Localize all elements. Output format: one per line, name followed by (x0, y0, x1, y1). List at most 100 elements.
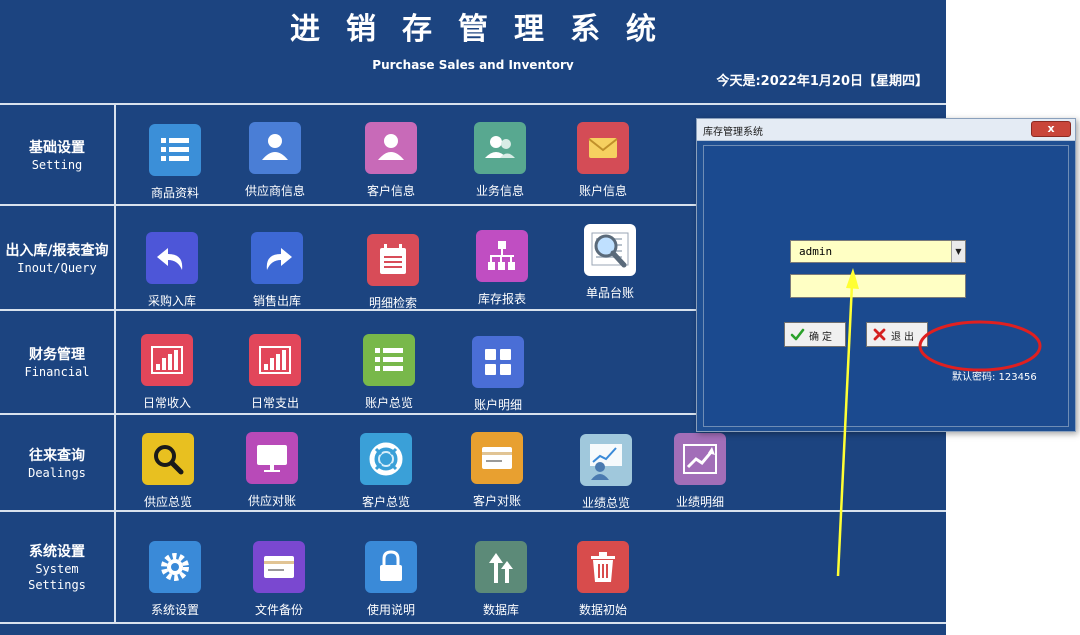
chart-person-icon[interactable] (580, 434, 632, 486)
close-button[interactable]: x (1031, 121, 1071, 137)
section-subtitle: Dealings (28, 466, 86, 480)
menu-button-system-2[interactable]: 使用说明 (341, 541, 441, 621)
menu-button-setting-1[interactable]: 供应商信息 (225, 122, 325, 202)
menu-button-label: 供应对账 (247, 494, 296, 508)
chevron-down-icon[interactable]: ▼ (951, 241, 965, 262)
grid-icon[interactable] (472, 336, 524, 388)
close-icon: x (1047, 122, 1055, 135)
menu-button-financial-0[interactable]: 日常收入 (117, 334, 217, 414)
section-subtitle: Settings (28, 578, 86, 592)
section-label-financial: 财务管理 Financial (0, 347, 114, 380)
exit-button[interactable]: 退出 (866, 322, 928, 347)
menu-button-dealings-4[interactable]: 业绩总览 (556, 434, 656, 514)
trash-icon[interactable] (577, 541, 629, 593)
username-select[interactable]: admin ▼ (790, 240, 966, 263)
menu-button-financial-2[interactable]: 账户总览 (339, 334, 439, 414)
menu-button-label: 客户对账 (472, 494, 521, 508)
menu-button-setting-3[interactable]: 业务信息 (450, 122, 550, 202)
section-label-query: 出入库/报表查询 Inout/Query (0, 243, 114, 276)
search-icon[interactable] (142, 433, 194, 485)
person-icon[interactable] (249, 122, 301, 174)
lifebuoy-icon[interactable] (360, 433, 412, 485)
list-icon[interactable] (149, 124, 201, 176)
calendar-list-icon[interactable] (367, 234, 419, 286)
login-dialog: 库存管理系统 x admin ▼ 确定 退出 默认密码: 123456 (696, 118, 1076, 432)
menu-button-label: 明细检索 (368, 296, 417, 310)
menu-button-setting-4[interactable]: 账户信息 (553, 122, 653, 202)
menu-button-system-4[interactable]: 数据初始 (553, 541, 653, 621)
date-display: 今天是:2022年1月20日【星期四】 (716, 74, 928, 89)
menu-button-label: 库存报表 (477, 292, 526, 306)
menu-button-label: 文件备份 (254, 603, 303, 617)
envelope-icon[interactable] (577, 122, 629, 174)
menu-button-dealings-5[interactable]: 业绩明细 (650, 433, 750, 513)
org-chart-icon[interactable] (476, 230, 528, 282)
redo-arrow-icon[interactable] (251, 232, 303, 284)
menu-button-dealings-2[interactable]: 客户总览 (336, 433, 436, 513)
menu-button-query-0[interactable]: 采购入库 (122, 232, 222, 312)
section-subtitle: Financial (24, 365, 90, 379)
app-subtitle: Purchase Sales and Inventory (372, 58, 574, 70)
menu-button-setting-2[interactable]: 客户信息 (341, 122, 441, 202)
menu-button-dealings-3[interactable]: 客户对账 (447, 432, 547, 512)
section-label-system: 系统设置 System Settings (0, 544, 114, 593)
menu-button-label: 系统设置 (150, 603, 199, 617)
trend-chart-icon[interactable] (674, 433, 726, 485)
section-subtitle: System (35, 562, 79, 576)
menu-button-financial-1[interactable]: 日常支出 (225, 334, 325, 414)
menu-button-dealings-0[interactable]: 供应总览 (118, 433, 218, 513)
confirm-button-label: 确定 (809, 332, 835, 343)
app-title: 进销存管理系统 (290, 12, 682, 47)
checkmark-icon (790, 328, 805, 341)
section-label-setting: 基础设置 Setting (0, 140, 114, 173)
menu-button-label: 业务信息 (475, 184, 524, 198)
menu-button-query-1[interactable]: 销售出库 (227, 232, 327, 312)
menu-button-setting-0[interactable]: 商品资料 (125, 124, 225, 204)
lock-icon[interactable] (365, 541, 417, 593)
menu-button-label: 供应总览 (143, 495, 192, 509)
section-title: 基础设置 (29, 140, 85, 156)
list-icon[interactable] (363, 334, 415, 386)
monitor-icon[interactable] (246, 432, 298, 484)
confirm-button[interactable]: 确定 (784, 322, 846, 347)
menu-button-label: 销售出库 (252, 294, 301, 308)
dialog-titlebar[interactable]: 库存管理系统 x (697, 119, 1075, 141)
menu-button-label: 商品资料 (150, 186, 199, 200)
divider-line (0, 622, 946, 624)
undo-arrow-icon[interactable] (146, 232, 198, 284)
bar-chart-icon[interactable] (249, 334, 301, 386)
card-icon[interactable] (253, 541, 305, 593)
dialog-title: 库存管理系统 (703, 127, 763, 138)
divider-line (114, 103, 116, 624)
gear-icon[interactable] (149, 541, 201, 593)
menu-button-query-2[interactable]: 明细检索 (343, 234, 443, 314)
section-title: 出入库/报表查询 (5, 243, 109, 259)
magnifier-document-icon[interactable] (584, 224, 636, 276)
menu-button-financial-3[interactable]: 账户明细 (448, 336, 548, 416)
menu-button-dealings-1[interactable]: 供应对账 (222, 432, 322, 512)
menu-button-label: 日常收入 (142, 396, 191, 410)
menu-button-query-3[interactable]: 库存报表 (452, 230, 552, 310)
menu-button-label: 账户信息 (578, 184, 627, 198)
divider-line (0, 103, 946, 105)
section-subtitle: Inout/Query (17, 261, 97, 275)
password-input[interactable] (790, 274, 966, 298)
upload-arrows-icon[interactable] (475, 541, 527, 593)
bar-chart-icon[interactable] (141, 334, 193, 386)
section-title: 系统设置 (29, 544, 85, 560)
cross-icon (873, 328, 886, 341)
section-subtitle: Setting (31, 158, 83, 172)
menu-button-label: 账户总览 (364, 396, 413, 410)
card-icon[interactable] (471, 432, 523, 484)
menu-button-system-3[interactable]: 数据库 (451, 541, 551, 621)
menu-button-system-1[interactable]: 文件备份 (229, 541, 329, 621)
menu-button-query-4[interactable]: 单品台账 (560, 224, 660, 304)
menu-button-label: 业绩总览 (581, 496, 630, 510)
group-icon[interactable] (474, 122, 526, 174)
menu-button-system-0[interactable]: 系统设置 (125, 541, 225, 621)
person-icon[interactable] (365, 122, 417, 174)
default-password-hint: 默认密码: 123456 (952, 372, 1037, 383)
dialog-body: admin ▼ 确定 退出 默认密码: 123456 (703, 145, 1069, 427)
menu-button-label: 日常支出 (250, 396, 299, 410)
menu-button-label: 数据初始 (578, 603, 627, 617)
